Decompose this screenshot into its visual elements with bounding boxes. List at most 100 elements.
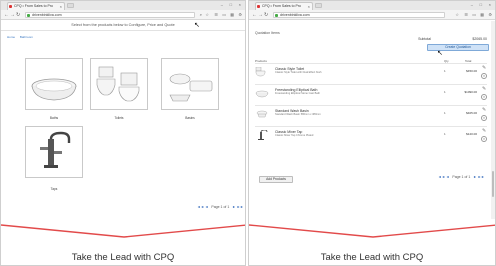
back-arrow-icon[interactable]: ← [252,10,257,20]
prev-page-icon[interactable]: ◄ [446,175,449,179]
maximize-icon[interactable]: □ [230,1,232,9]
secure-lock-icon [27,14,30,17]
tab-bar: CPQ • From Sales to Pro × – □ × [249,1,495,10]
product-total: $450.00 [466,69,477,73]
cast-icon[interactable]: ▭ [222,12,226,18]
category-label-basins[interactable]: Basins [161,116,219,120]
minimize-icon[interactable]: – [221,1,223,9]
reload-icon[interactable]: ↻ [16,10,20,20]
footer-tagline: Take the Lead with CPQ [71,252,175,263]
toilet-thumbnail [255,67,266,77]
right-browser-window: CPQ • From Sales to Pro × – □ × ← → ↻ dr… [248,0,496,266]
menu-icon[interactable]: ⚙ [238,12,242,18]
add-products-button[interactable]: Add Products [259,176,293,183]
footer-tagline: Take the Lead with CPQ [320,252,424,263]
cast-icon[interactable]: ▭ [472,12,476,18]
forward-arrow-icon[interactable]: → [258,10,263,20]
back-arrow-icon[interactable]: ← [4,10,9,20]
remove-icon[interactable]: × [481,136,487,142]
product-total: $1090.00 [464,90,477,94]
star-icon[interactable]: ☆ [455,12,459,18]
category-tile-toilets[interactable] [90,58,148,110]
next-page-icon[interactable]: ► [473,175,476,179]
close-tab-icon[interactable]: × [308,3,310,10]
extension-icon[interactable]: ☰ [214,12,218,18]
edit-pencil-icon[interactable]: ✎ [482,107,486,113]
product-row: Classic Style Toilet Classic Style Toile… [255,63,487,79]
product-desc: Classic Mixer Tap Chrome Plated [275,134,314,137]
search-icon[interactable]: ⌕ [200,12,202,18]
category-tile-basins[interactable] [161,58,219,110]
scrollbar[interactable] [491,21,495,219]
product-qty[interactable]: 1 [444,132,446,136]
close-tab-icon[interactable]: × [60,3,62,10]
new-tab-button[interactable] [67,3,74,8]
remove-icon[interactable]: × [481,115,487,121]
address-bar-row: ← → ↻ drivenbinkliva.com ⌕ ☆ ☰ ▭ ▦ ⚙ [1,10,245,20]
last-page-icon[interactable]: ►► [478,175,485,179]
minimize-icon[interactable]: – [471,1,473,9]
category-label-taps[interactable]: Taps [25,187,83,191]
close-window-icon[interactable]: × [239,1,241,9]
toilet-image [96,66,140,102]
breadcrumb: Home Bathroom [7,35,37,39]
url-text: drivenbinkliva.com [32,13,62,17]
category-label-toilets[interactable]: Toilets [90,116,148,120]
grid-icon[interactable]: ▦ [480,12,484,18]
first-page-icon[interactable]: ◄◄ [197,205,204,209]
bath-image [31,78,77,101]
product-qty[interactable]: 1 [444,111,446,115]
page-indicator: Page 1 of 1 [452,175,471,179]
product-total: $405.00 [466,111,477,115]
page-instruction: Select from the products below to Config… [1,20,245,31]
product-desc: Classic Style Toilet with Dual Effect fl… [275,71,322,74]
bath-thumbnail [255,90,269,98]
prev-page-icon[interactable]: ◄ [205,205,208,209]
menu-icon[interactable]: ⚙ [488,12,492,18]
product-total: $120.00 [466,132,477,136]
new-tab-button[interactable] [315,3,322,8]
extension-icon[interactable]: ☰ [464,12,468,18]
url-field[interactable]: drivenbinkliva.com [25,12,195,18]
product-row: Freestanding Elliptical Bath Freestandin… [255,84,487,100]
tab-title: CPQ • From Sales to Pro [14,4,53,8]
tab-title: CPQ • From Sales to Pro [262,4,301,8]
reload-icon[interactable]: ↻ [264,10,268,20]
product-qty[interactable]: 1 [444,90,446,94]
tap-thumbnail [258,130,268,140]
tap-image [40,131,71,168]
grid-icon[interactable]: ▦ [230,12,234,18]
product-row: Classic Mixer Tap Classic Mixer Tap Chro… [255,126,487,142]
edit-pencil-icon[interactable]: ✎ [482,86,486,92]
screenshot-root: CPQ • From Sales to Pro × – □ × ← → ↻ dr… [0,0,496,266]
forward-arrow-icon[interactable]: → [10,10,15,20]
category-tile-baths[interactable] [25,58,83,110]
close-window-icon[interactable]: × [489,1,491,9]
pagination: ◄◄ ◄ Page 1 of 1 ► ►► [438,175,485,179]
favicon-icon [257,5,260,8]
basin-thumbnail [256,110,268,118]
edit-pencil-icon[interactable]: ✎ [482,65,486,71]
browser-tab[interactable]: CPQ • From Sales to Pro × [255,2,313,10]
remove-icon[interactable]: × [481,73,487,79]
product-qty[interactable]: 1 [444,69,446,73]
subtotal-value: $2065.00 [472,37,487,41]
favicon-icon [9,5,12,8]
star-icon[interactable]: ☆ [205,12,209,18]
category-label-baths[interactable]: Baths [25,116,83,120]
first-page-icon[interactable]: ◄◄ [438,175,445,179]
url-field[interactable]: drivenbinkliva.com [273,12,445,18]
next-page-icon[interactable]: ► [232,205,235,209]
breadcrumb-home[interactable]: Home [7,35,15,39]
breadcrumb-bathroom[interactable]: Bathroom [20,35,33,39]
product-desc: Standard Wash Basin 580mm x 380mm [275,113,321,116]
category-tile-taps[interactable] [25,126,83,178]
last-page-icon[interactable]: ►► [237,205,244,209]
remove-icon[interactable]: × [481,94,487,100]
maximize-icon[interactable]: □ [480,1,482,9]
scrollbar-thumb[interactable] [492,171,494,197]
browser-tab[interactable]: CPQ • From Sales to Pro × [7,2,65,10]
page-indicator: Page 1 of 1 [211,205,230,209]
secure-lock-icon [275,14,278,17]
edit-pencil-icon[interactable]: ✎ [482,128,486,134]
